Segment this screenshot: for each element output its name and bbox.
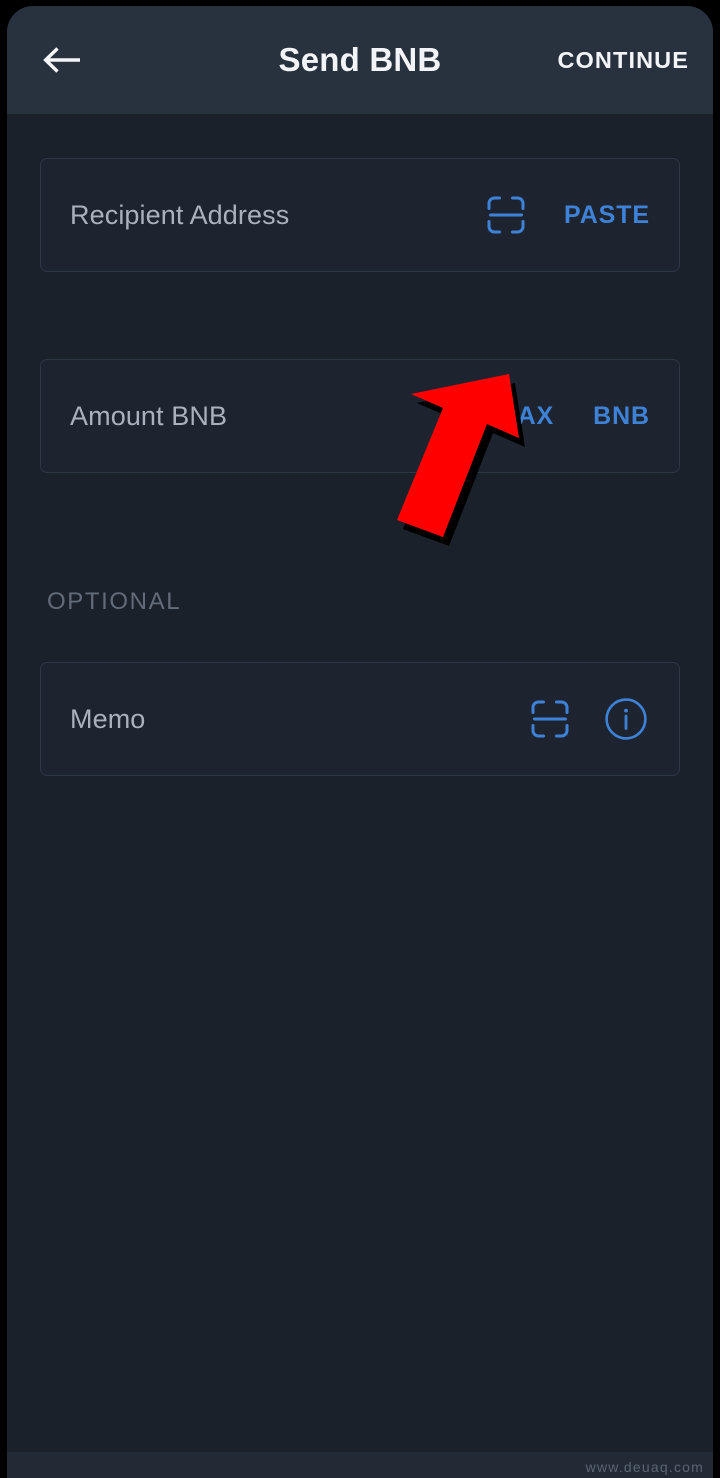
memo-scan-button[interactable] [524, 693, 576, 745]
scan-qr-icon [530, 699, 570, 739]
optional-section-label: OPTIONAL [47, 588, 182, 615]
watermark: www.deuaq.com [585, 1459, 704, 1475]
memo-field[interactable]: Memo [40, 662, 680, 776]
phone-screen: Send BNB CONTINUE Recipient Address PAST… [7, 6, 713, 1478]
recipient-field-actions: PASTE [480, 189, 654, 241]
arrow-left-icon [43, 45, 83, 75]
memo-label: Memo [70, 703, 146, 734]
paste-button[interactable]: PASTE [560, 193, 654, 238]
app-bar: Send BNB CONTINUE [7, 6, 713, 114]
info-circle-icon [604, 697, 648, 741]
max-button[interactable]: MAX [492, 394, 558, 439]
recipient-address-label: Recipient Address [70, 199, 290, 230]
back-button[interactable] [35, 32, 91, 88]
amount-label: Amount BNB [70, 400, 228, 431]
currency-selector-button[interactable]: BNB [589, 394, 654, 439]
memo-field-actions [524, 691, 654, 747]
content-area: Recipient Address PASTE Amount BNB MAX B… [7, 114, 713, 1478]
amount-field-actions: MAX BNB [492, 394, 654, 439]
recipient-address-field[interactable]: Recipient Address PASTE [40, 158, 680, 272]
amount-field[interactable]: Amount BNB MAX BNB [40, 359, 680, 473]
scan-qr-icon [486, 195, 526, 235]
recipient-scan-button[interactable] [480, 189, 532, 241]
device-frame: Send BNB CONTINUE Recipient Address PAST… [0, 0, 720, 1478]
memo-info-button[interactable] [598, 691, 654, 747]
continue-button[interactable]: CONTINUE [555, 41, 691, 80]
